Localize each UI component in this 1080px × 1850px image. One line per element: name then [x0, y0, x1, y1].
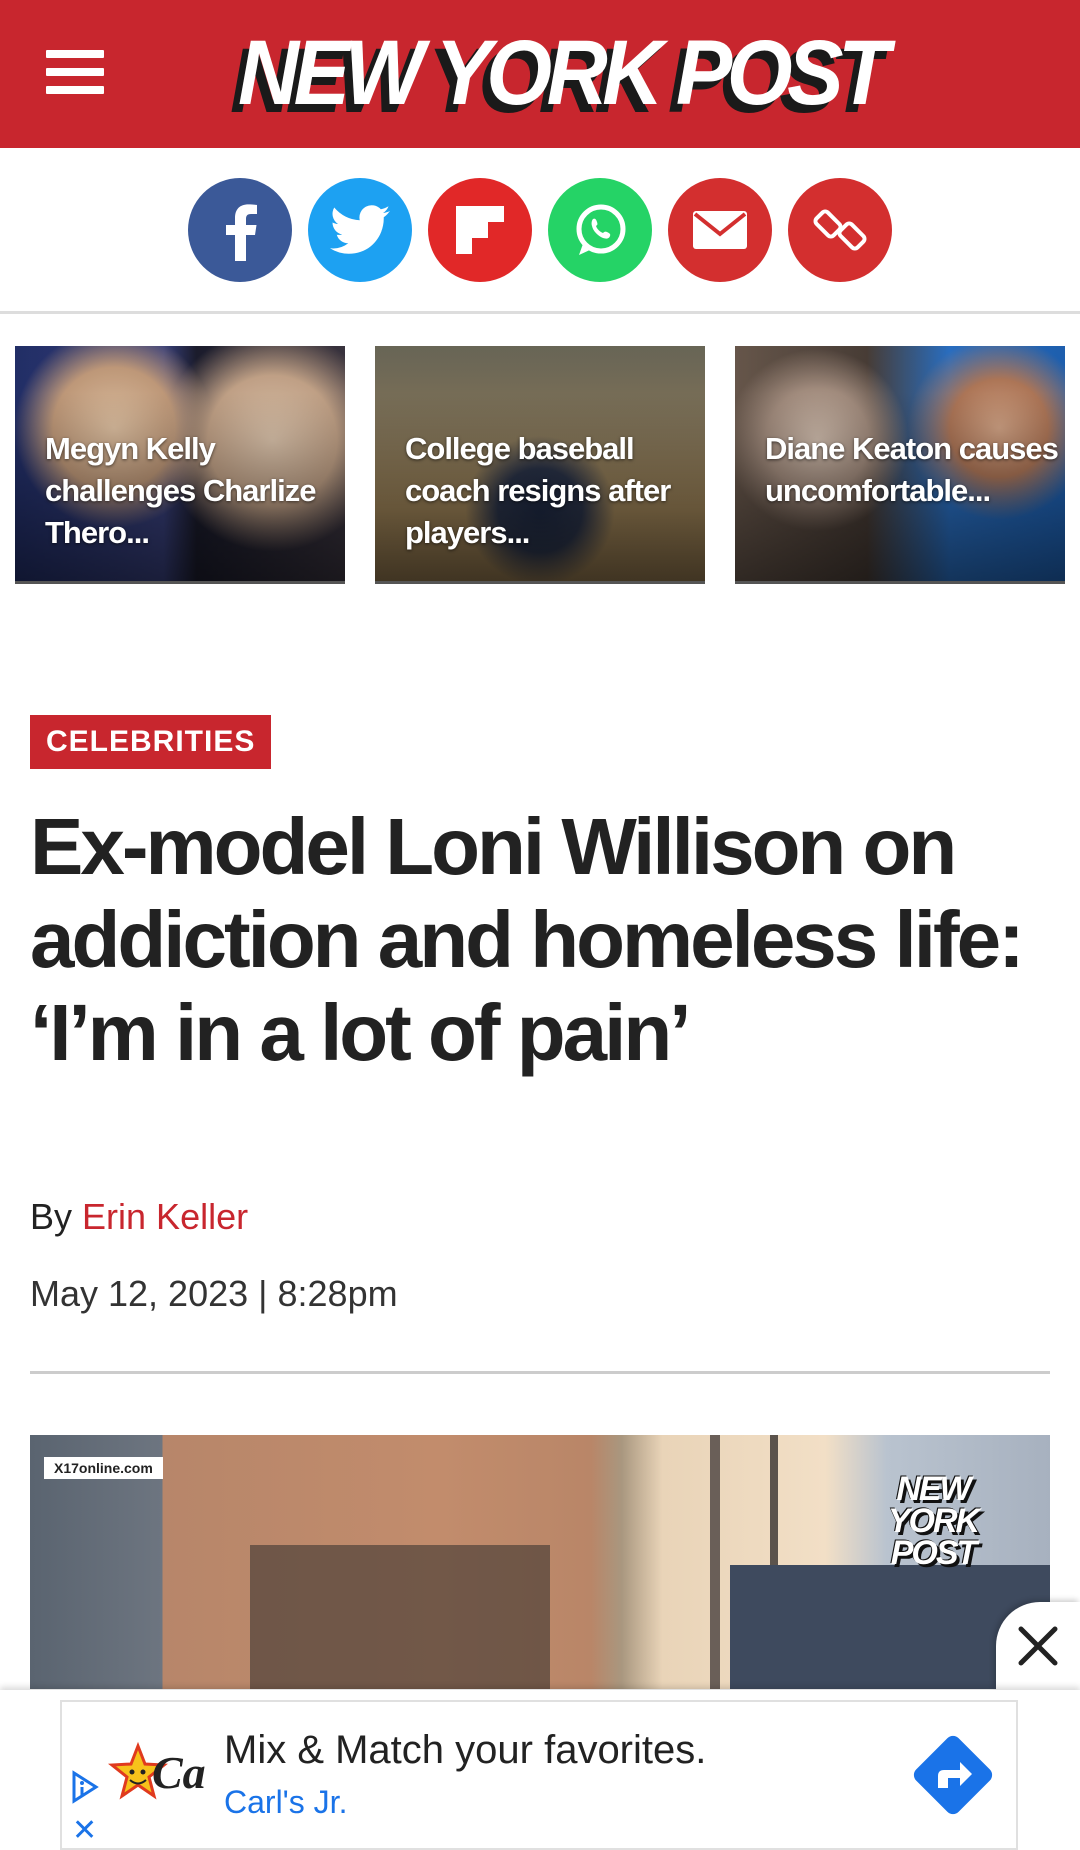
author-link[interactable]: Erin Keller — [82, 1196, 248, 1237]
ad-advertiser: Carl's Jr. — [224, 1784, 348, 1820]
video-watermark: X17online.com — [44, 1457, 163, 1479]
ad-headline: Mix & Match your favorites. — [224, 1728, 707, 1772]
trending-carousel: Megyn Kelly challenges Charlize Thero...… — [0, 346, 1080, 586]
trending-card[interactable]: College baseball coach resigns after pla… — [375, 346, 705, 584]
category-tag[interactable]: CELEBRITIES — [30, 715, 272, 769]
close-ad-button[interactable] — [996, 1602, 1080, 1690]
trending-card[interactable]: Megyn Kelly challenges Charlize Thero... — [15, 346, 345, 584]
twitter-icon — [330, 205, 390, 254]
article-headline: Ex-model Loni Willison on addiction and … — [30, 802, 1025, 1077]
adchoices-icon[interactable] — [70, 1770, 100, 1804]
email-icon — [693, 211, 747, 249]
site-header: NEW YORK POST NEW YORK POST — [0, 0, 1080, 148]
trending-card-title: Megyn Kelly challenges Charlize Thero... — [45, 431, 316, 550]
byline: By Erin Keller — [30, 1196, 248, 1238]
close-icon — [1018, 1626, 1058, 1666]
facebook-share-button[interactable] — [188, 178, 292, 282]
trending-card[interactable]: Diane Keaton causes uncomfortable... — [735, 346, 1065, 584]
whatsapp-share-button[interactable] — [548, 178, 652, 282]
facebook-icon — [226, 204, 257, 261]
link-icon — [813, 209, 867, 251]
email-share-button[interactable] — [668, 178, 772, 282]
whatsapp-icon — [576, 204, 626, 255]
twitter-share-button[interactable] — [308, 178, 412, 282]
site-logo[interactable]: NEW YORK POST NEW YORK POST — [212, 18, 890, 132]
divider — [30, 1371, 1050, 1374]
trending-card-title: College baseball coach resigns after pla… — [405, 431, 671, 550]
byline-prefix: By — [30, 1196, 73, 1237]
directions-arrow-icon[interactable] — [908, 1730, 998, 1820]
carls-jr-logo: Ca — [108, 1738, 218, 1822]
ad-banner-container: ✕ Ca Mix & Match your favorites. Carl's … — [0, 1690, 1080, 1850]
video-player[interactable]: X17online.com NEW YORK POST — [30, 1435, 1050, 1689]
video-logo-overlay: NEW YORK POST — [887, 1470, 980, 1572]
share-bar — [0, 148, 1080, 314]
ad-banner[interactable]: ✕ Ca Mix & Match your favorites. Carl's … — [60, 1700, 1018, 1850]
copy-link-share-button[interactable] — [788, 178, 892, 282]
hamburger-menu-icon[interactable] — [46, 50, 104, 98]
flipboard-icon — [456, 206, 504, 254]
trending-card-title: Diane Keaton causes uncomfortable... — [765, 431, 1059, 508]
publish-date: May 12, 2023 | 8:28pm — [30, 1273, 398, 1314]
flipboard-share-button[interactable] — [428, 178, 532, 282]
ad-dismiss-icon[interactable]: ✕ — [72, 1816, 97, 1846]
